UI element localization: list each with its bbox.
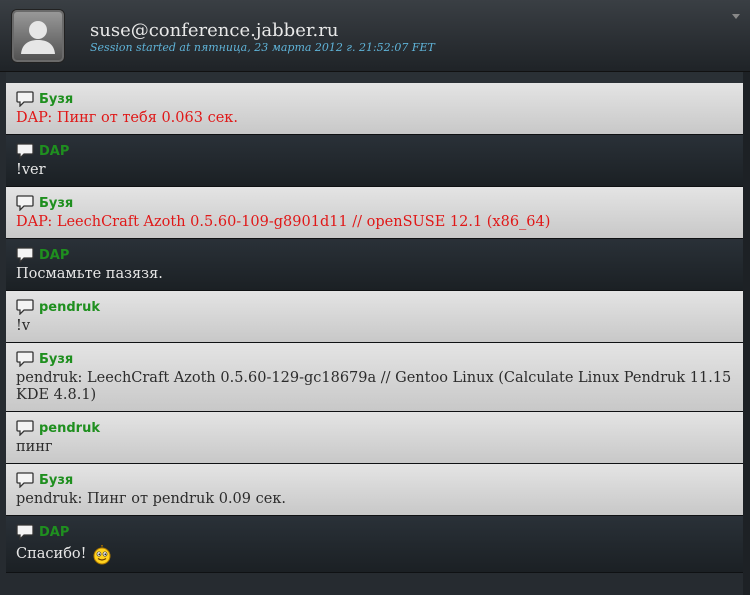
message-header: pendruk [16, 418, 733, 437]
message-body: !v [16, 318, 31, 334]
message-body: pendruk: Пинг от pendruk 0.09 сек. [16, 491, 286, 507]
message-header: Бузя [16, 193, 733, 212]
message-text: pendruk: Пинг от pendruk 0.09 сек. [16, 491, 733, 508]
message-container: Бузя DAP: Пинг от тебя 0.063 сек. DAP !v… [6, 83, 743, 573]
message-text: DAP: LeechCraft Azoth 0.5.60-109-g8901d1… [16, 214, 733, 231]
message-nick[interactable]: Бузя [39, 92, 73, 107]
message-body: DAP: LeechCraft Azoth 0.5.60-109-g8901d1… [16, 214, 551, 230]
message-text: !v [16, 318, 733, 335]
message-item: Бузя DAP: LeechCraft Azoth 0.5.60-109-g8… [6, 187, 743, 239]
chat-window: suse@conference.jabber.ru Session starte… [0, 0, 750, 595]
message-header: DAP [16, 245, 733, 264]
room-title: suse@conference.jabber.ru [90, 20, 339, 41]
message-body: Спасибо! [16, 546, 87, 562]
message-text: DAP: Пинг от тебя 0.063 сек. [16, 110, 733, 127]
message-body: DAP: Пинг от тебя 0.063 сек. [16, 110, 238, 126]
message-item: pendruk пинг [6, 412, 743, 464]
message-text: !ver [16, 162, 733, 179]
message-item: pendruk !v [6, 291, 743, 343]
message-header: DAP [16, 522, 733, 541]
message-nick[interactable]: DAP [39, 144, 69, 159]
message-text: пинг [16, 439, 733, 456]
message-body: !ver [16, 162, 46, 178]
speech-bubble-icon [16, 299, 34, 315]
message-header: Бузя [16, 470, 733, 489]
message-item: Бузя pendruk: Пинг от pendruk 0.09 сек. [6, 464, 743, 516]
message-header: Бузя [16, 349, 733, 368]
message-nick[interactable]: DAP [39, 525, 69, 540]
message-item: DAP Спасибо! [6, 516, 743, 573]
speech-bubble-icon [16, 351, 34, 367]
message-list[interactable]: Бузя DAP: Пинг от тебя 0.063 сек. DAP !v… [6, 72, 743, 595]
message-item: DAP Посмамьте пазязя. [6, 239, 743, 291]
speech-bubble-icon [16, 247, 34, 263]
message-item: DAP !ver [6, 135, 743, 187]
user-silhouette-icon[interactable] [11, 9, 65, 63]
message-body: pendruk: LeechCraft Azoth 0.5.60-129-gc1… [16, 370, 732, 403]
message-body: Посмамьте пазязя. [16, 266, 163, 282]
scrollbar-track[interactable] [743, 72, 750, 595]
message-item: Бузя pendruk: LeechCraft Azoth 0.5.60-12… [6, 343, 743, 412]
message-nick[interactable]: Бузя [39, 352, 73, 367]
message-nick[interactable]: Бузя [39, 196, 73, 211]
message-nick[interactable]: pendruk [39, 300, 100, 315]
message-text: Посмамьте пазязя. [16, 266, 733, 283]
speech-bubble-icon [16, 420, 34, 436]
message-nick[interactable]: Бузя [39, 473, 73, 488]
message-text: Спасибо! [16, 543, 733, 565]
message-nick[interactable]: DAP [39, 248, 69, 263]
speech-bubble-icon [16, 91, 34, 107]
speech-bubble-icon [16, 472, 34, 488]
session-info: Session started at пятница, 23 марта 201… [90, 41, 435, 54]
message-header: DAP [16, 141, 733, 160]
message-header: Бузя [16, 89, 733, 108]
message-header: pendruk [16, 297, 733, 316]
message-nick[interactable]: pendruk [39, 421, 100, 436]
smiley-icon [93, 545, 111, 565]
message-body: пинг [16, 439, 53, 455]
clipped-previous-message [6, 72, 743, 83]
chat-header: suse@conference.jabber.ru Session starte… [0, 0, 750, 72]
speech-bubble-icon [16, 143, 34, 159]
chevron-down-icon[interactable] [732, 14, 740, 19]
message-item: Бузя DAP: Пинг от тебя 0.063 сек. [6, 83, 743, 135]
message-text: pendruk: LeechCraft Azoth 0.5.60-129-gc1… [16, 370, 733, 404]
speech-bubble-icon [16, 195, 34, 211]
speech-bubble-icon [16, 524, 34, 540]
